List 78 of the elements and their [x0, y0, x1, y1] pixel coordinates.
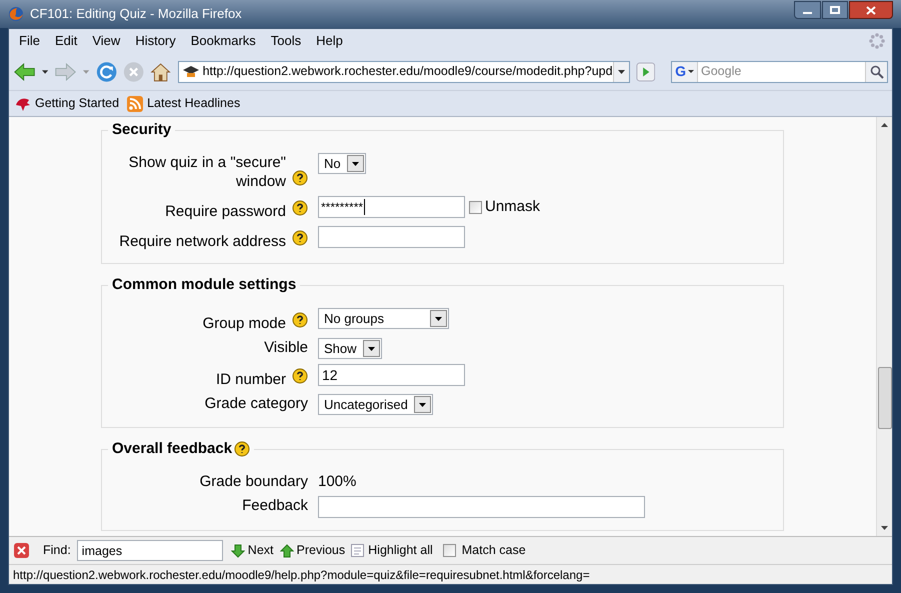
caret-icon: [352, 162, 359, 166]
scroll-down-arrow-icon[interactable]: [881, 526, 888, 530]
help-icon[interactable]: [292, 368, 308, 384]
dropdown[interactable]: Uncategorised: [318, 394, 433, 415]
mortarboard-icon: [182, 64, 199, 78]
minimize-button[interactable]: [794, 1, 821, 19]
help-icon[interactable]: [292, 230, 308, 246]
menu-item[interactable]: File: [15, 31, 44, 51]
feed-icon: [127, 96, 144, 112]
checkbox[interactable]: [469, 200, 482, 214]
scroll-up-arrow-icon[interactable]: [881, 123, 888, 127]
checkbox[interactable]: [442, 544, 456, 557]
close-icon: [866, 6, 876, 14]
help-icon[interactable]: [292, 170, 308, 186]
field-label: Grade boundary: [200, 472, 308, 491]
checkbox-label: Match case: [462, 542, 526, 560]
section-heading: Common module settings: [112, 276, 296, 294]
scrollbar-thumb[interactable]: [878, 367, 892, 429]
field-label: Show quiz in a "secure" window: [128, 153, 286, 191]
dropdown[interactable]: No: [318, 153, 366, 174]
scrollbar[interactable]: [876, 117, 892, 536]
find-label: Find:: [43, 542, 71, 560]
field-label: Feedback: [242, 496, 308, 515]
search-field[interactable]: Google: [698, 62, 865, 81]
bookmark-link[interactable]: Getting Started: [35, 94, 120, 113]
close-icon[interactable]: [14, 543, 29, 558]
maximize-button[interactable]: [822, 1, 848, 19]
field-label: Visible: [264, 338, 308, 357]
menu-item[interactable]: Edit: [50, 31, 82, 51]
address-bar[interactable]: http://question2.webwork.rochester.edu/moodle9/course/modedit.php?upd: [178, 60, 630, 82]
caret-icon: [688, 70, 694, 73]
section-heading: Security: [112, 121, 172, 139]
browser-logo-icon: [8, 6, 24, 22]
section-heading: Overall feedback: [112, 440, 232, 458]
text-field[interactable]: [318, 226, 465, 248]
reload-icon[interactable]: [96, 60, 117, 84]
caret-icon: [418, 402, 426, 406]
text-field[interactable]: [318, 496, 645, 518]
field-label: Require network address: [119, 232, 286, 251]
menu-item[interactable]: History: [131, 31, 180, 51]
throbber-icon: [868, 32, 886, 50]
caret-icon: [368, 346, 375, 350]
help-icon[interactable]: [234, 441, 250, 457]
previous-button[interactable]: Previous: [296, 541, 346, 560]
field-label: Group mode: [202, 314, 286, 333]
dropdown[interactable]: Show: [318, 338, 382, 359]
field-label: ID number: [216, 370, 286, 389]
help-icon[interactable]: [292, 312, 308, 328]
search-engine-button[interactable]: G: [672, 62, 698, 82]
search-bar[interactable]: G Google: [671, 60, 888, 82]
text-field[interactable]: 12: [318, 364, 465, 386]
status-text: http://question2.webwork.rochester.edu/moodle9/help.php?module=quiz&file=requiresubnet.html&forcelang=: [13, 566, 590, 584]
menu-item[interactable]: Bookmarks: [186, 31, 260, 51]
menu-item[interactable]: Help: [312, 31, 347, 51]
back-arrow-icon[interactable]: [13, 60, 36, 82]
field-label: Grade category: [204, 394, 308, 413]
highlight-icon: [351, 544, 364, 557]
dropdown-arrow-icon[interactable]: [618, 70, 625, 74]
close-button[interactable]: [849, 1, 893, 19]
dropdown[interactable]: No groups: [318, 308, 449, 329]
bird-icon: [15, 96, 31, 112]
up-arrow-icon: [280, 544, 294, 558]
field-value: 100%: [318, 472, 356, 491]
bookmark-link[interactable]: Latest Headlines: [147, 94, 240, 113]
highlight-all-button[interactable]: Highlight all: [368, 541, 433, 560]
down-arrow-icon: [230, 544, 245, 558]
find-field[interactable]: images: [76, 540, 223, 561]
next-button[interactable]: Next: [248, 541, 274, 560]
dropdown-arrow-icon[interactable]: [42, 70, 48, 74]
menu-item[interactable]: View: [88, 31, 124, 51]
field-label: Require password: [165, 202, 286, 221]
search-icon[interactable]: [870, 64, 884, 78]
window-title: CF101: Editing Quiz - Mozilla Firefox: [30, 5, 243, 24]
checkbox-label: Unmask: [485, 197, 540, 217]
menu-item[interactable]: Tools: [266, 31, 306, 51]
help-icon[interactable]: [292, 200, 308, 216]
password-field[interactable]: *********: [318, 196, 465, 218]
caret-icon: [434, 316, 442, 320]
